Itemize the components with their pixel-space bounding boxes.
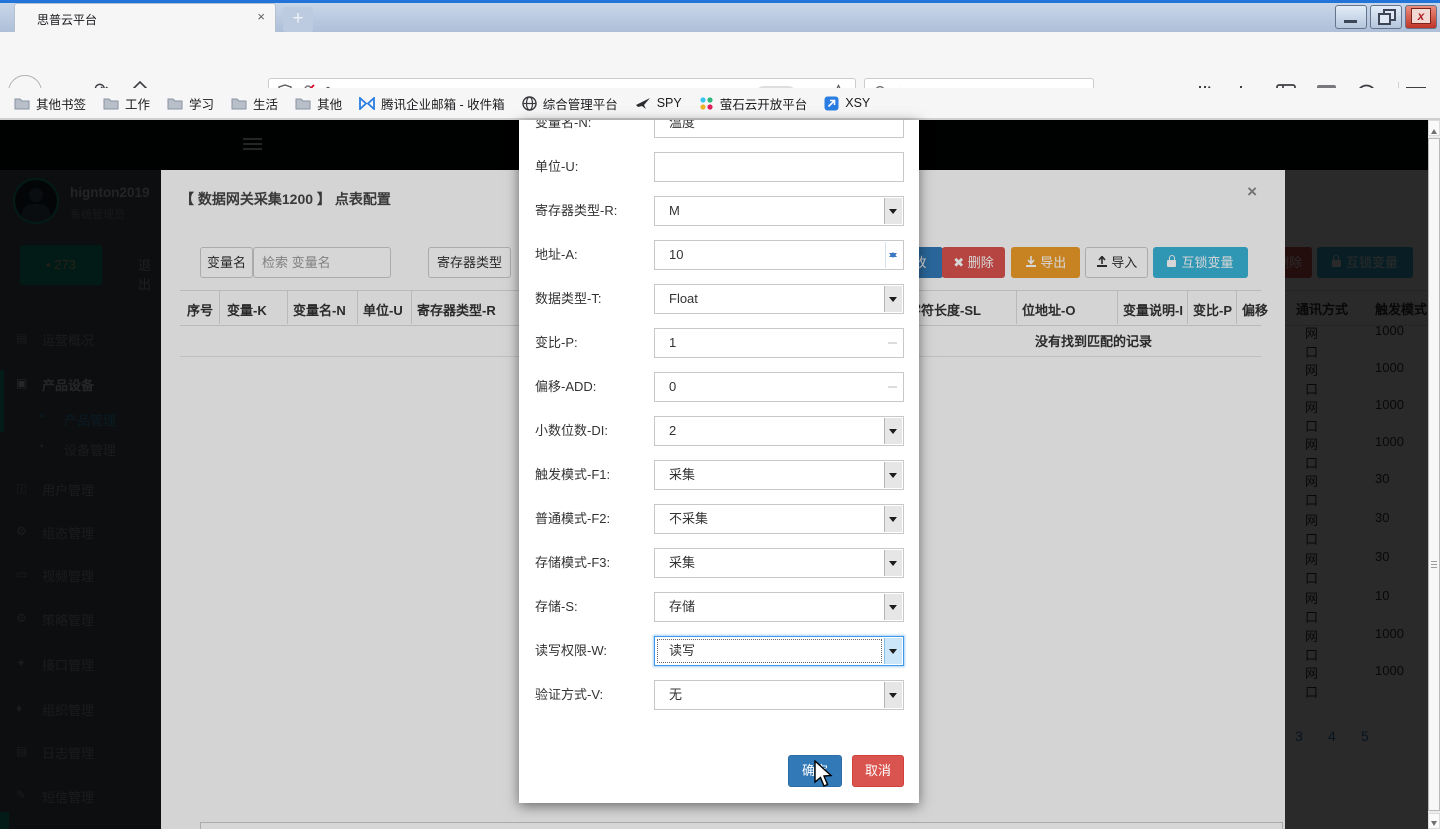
tab-close-icon[interactable]: × — [257, 9, 265, 24]
ratio-input[interactable]: 1 — [654, 328, 904, 358]
scrollbar-grip — [1429, 559, 1439, 568]
bookmark-mgmt-platform[interactable]: 综合管理平台 — [522, 94, 618, 113]
chevron-down-icon[interactable] — [884, 418, 902, 444]
form-row: 变比-P: 1 — [519, 328, 919, 358]
register-type-select[interactable]: M — [654, 196, 904, 226]
chevron-down-icon[interactable] — [884, 462, 902, 488]
chevron-down-icon[interactable] — [884, 286, 902, 312]
variable-edit-form: 变量名-N: 温度 单位-U: 寄存器类型-R: M 地址-A: 10 数据类型… — [519, 120, 919, 803]
number-spinner[interactable] — [885, 242, 902, 268]
trigger-mode-select[interactable]: 采集 — [654, 460, 904, 490]
form-row: 寄存器类型-R: M — [519, 196, 919, 226]
bookmark-ezviz[interactable]: 萤石云开放平台 — [699, 94, 808, 113]
chevron-down-icon[interactable] — [884, 638, 902, 664]
bookmark-xsy[interactable]: XSY — [824, 96, 870, 111]
form-row: 存储模式-F3: 采集 — [519, 548, 919, 578]
chevron-down-icon[interactable] — [884, 506, 902, 532]
storage-mode-select[interactable]: 采集 — [654, 548, 904, 578]
new-tab-button[interactable]: + — [283, 7, 313, 32]
form-row: 数据类型-T: Float — [519, 284, 919, 314]
browser-tab[interactable]: 思普云平台 × — [14, 3, 276, 32]
chevron-down-icon[interactable] — [884, 550, 902, 576]
chevron-down-icon[interactable] — [884, 198, 902, 224]
form-row: 验证方式-V: 无 — [519, 680, 919, 710]
mouse-cursor — [813, 760, 837, 793]
offset-input[interactable]: 0 — [654, 372, 904, 402]
bookmark-spy[interactable]: SPY — [635, 96, 682, 110]
bookmark-folder-life[interactable]: 生活 — [231, 94, 278, 113]
spinner-dash — [888, 386, 897, 388]
titlebar: 思普云平台 × + x — [0, 3, 1440, 32]
variable-name-input[interactable]: 温度 — [654, 120, 904, 138]
bookmark-folder-study[interactable]: 学习 — [167, 94, 214, 113]
scroll-down-arrow[interactable] — [1428, 813, 1440, 829]
form-row: 小数位数-DI: 2 — [519, 416, 919, 446]
firefox-window: 思普云平台 × + x ← → ⟳ iot.idosp.net/admin/i — [0, 0, 1440, 829]
decimal-digits-select[interactable]: 2 — [654, 416, 904, 446]
window-controls: x — [1335, 5, 1437, 29]
form-row: 存储-S: 存储 — [519, 592, 919, 622]
chevron-down-icon[interactable] — [884, 594, 902, 620]
rw-permission-select[interactable]: 读写 — [654, 636, 904, 666]
scrollbar-thumb[interactable] — [1428, 138, 1440, 811]
data-type-select[interactable]: Float — [654, 284, 904, 314]
storage-select[interactable]: 存储 — [654, 592, 904, 622]
navigation-toolbar: ← → ⟳ iot.idosp.net/admin/index.html?lan… — [0, 32, 1440, 88]
form-row: 普通模式-F2: 不采集 — [519, 504, 919, 534]
unit-input[interactable] — [654, 152, 904, 182]
scroll-up-arrow[interactable] — [1428, 120, 1440, 136]
chevron-down-icon[interactable] — [884, 682, 902, 708]
form-row: 单位-U: — [519, 152, 919, 182]
form-row: 偏移-ADD: 0 — [519, 372, 919, 402]
restore-button[interactable] — [1370, 5, 1402, 29]
minimize-button[interactable] — [1335, 5, 1367, 29]
web-page: hignton2019 系统管理员 • 273 退出 ▤运营概况 ▣产品设备 ▪… — [0, 120, 1440, 829]
verify-mode-select[interactable]: 无 — [654, 680, 904, 710]
spinner-dash — [888, 342, 897, 344]
form-row: 读写权限-W: 读写 — [519, 636, 919, 666]
form-row: 变量名-N: 温度 — [519, 120, 919, 138]
page-scrollbar[interactable] — [1428, 120, 1440, 829]
bookmarks-bar: 其他书签 工作 学习 生活 其他 腾讯企业邮箱 - 收件箱 综合管理平台 SPY… — [0, 88, 1440, 118]
bookmark-folder-other[interactable]: 其他书签 — [14, 94, 86, 113]
form-row: 触发模式-F1: 采集 — [519, 460, 919, 490]
cancel-button[interactable]: 取消 — [852, 755, 904, 787]
address-input[interactable]: 10 — [654, 240, 904, 270]
close-button[interactable]: x — [1405, 5, 1437, 29]
tab-title: 思普云平台 — [37, 11, 97, 28]
normal-mode-select[interactable]: 不采集 — [654, 504, 904, 534]
bookmark-folder-work[interactable]: 工作 — [103, 94, 150, 113]
bookmark-folder-misc[interactable]: 其他 — [295, 94, 342, 113]
form-row: 地址-A: 10 — [519, 240, 919, 270]
bookmark-tencent-mail[interactable]: 腾讯企业邮箱 - 收件箱 — [359, 94, 505, 113]
